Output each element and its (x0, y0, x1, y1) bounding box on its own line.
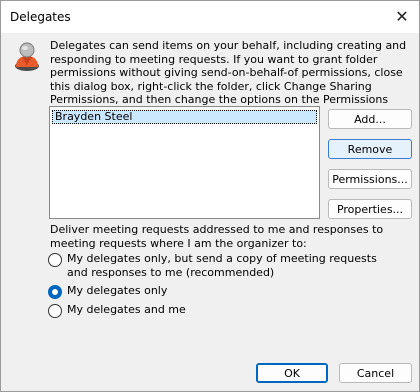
radio-delegates-only[interactable] (48, 285, 62, 299)
permissions-button[interactable]: Permissions... (328, 169, 412, 189)
deliver-label: Deliver meeting requests addressed to me… (50, 223, 384, 250)
option-delegates-only[interactable]: My delegates only (48, 284, 167, 299)
dialog-title: Delegates (10, 10, 71, 24)
close-icon[interactable]: ✕ (385, 1, 419, 33)
delegate-list-item[interactable]: Brayden Steel (52, 110, 317, 124)
radio-delegates-and-me[interactable] (48, 304, 62, 318)
delegates-dialog: Delegates ✕ Delegates can send items on … (0, 0, 420, 392)
delegate-user-icon (15, 42, 39, 71)
properties-button[interactable]: Properties... (328, 199, 412, 219)
cancel-button[interactable]: Cancel (339, 363, 412, 383)
delegates-list[interactable]: Brayden Steel (49, 106, 320, 219)
remove-button[interactable]: Remove (328, 139, 412, 159)
option-label: My delegates and me (67, 303, 186, 316)
option-delegates-and-copy[interactable]: My delegates only, but send a copy of me… (48, 252, 393, 279)
option-label: My delegates only (67, 284, 168, 297)
option-delegates-and-me[interactable]: My delegates and me (48, 303, 186, 318)
radio-delegates-and-copy[interactable] (48, 253, 62, 267)
title-bar: Delegates ✕ (1, 1, 419, 33)
option-label: My delegates only, but send a copy of me… (67, 252, 377, 279)
add-button[interactable]: Add... (328, 109, 412, 129)
ok-button[interactable]: OK (256, 363, 328, 383)
